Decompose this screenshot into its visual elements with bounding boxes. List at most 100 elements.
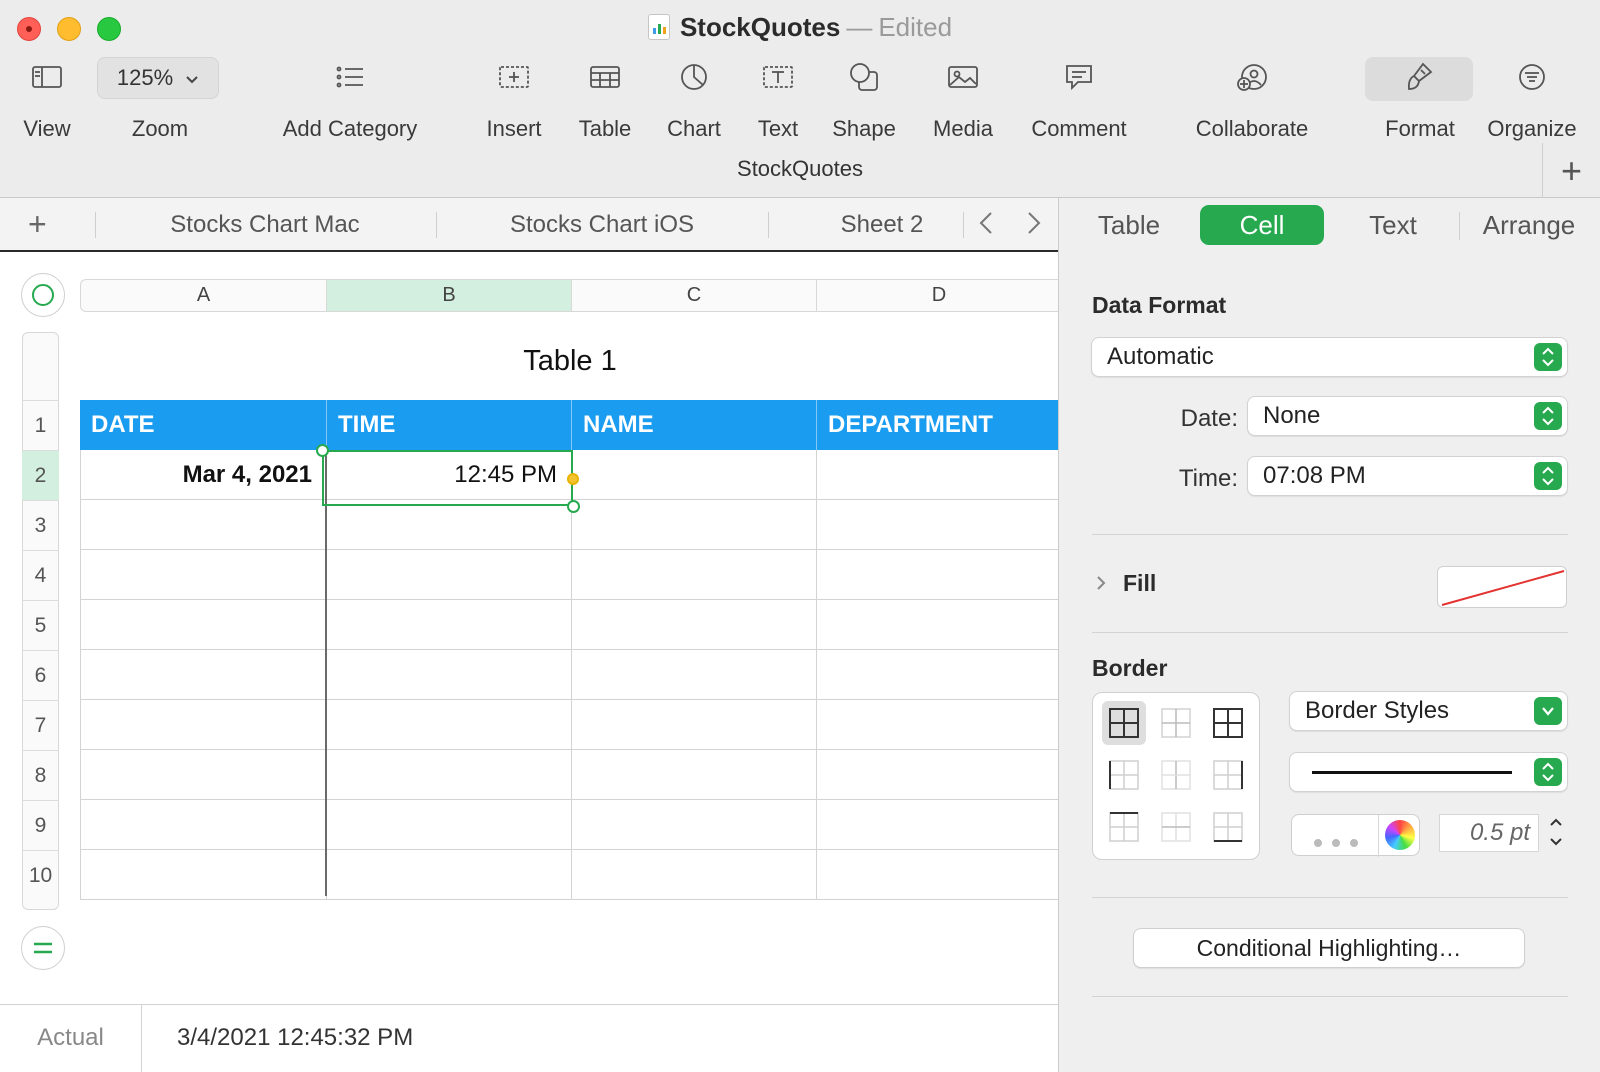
column-header-c[interactable]: C xyxy=(572,279,817,312)
chevron-right-icon[interactable] xyxy=(1024,208,1044,246)
select-table-button[interactable] xyxy=(21,273,65,317)
table-cell-b5[interactable] xyxy=(327,600,572,650)
vertical-inner-border-icon[interactable] xyxy=(1154,753,1198,797)
bottom-border-icon[interactable] xyxy=(1206,805,1250,849)
header-cell-time[interactable]: TIME xyxy=(327,400,572,450)
row-header-4[interactable]: 4 xyxy=(22,550,59,600)
table-cell-d9[interactable] xyxy=(817,800,1058,850)
tab-arrange[interactable]: Arrange xyxy=(1478,210,1580,241)
table-cell-a3[interactable] xyxy=(80,500,327,550)
table-cell-d2[interactable] xyxy=(817,450,1058,500)
left-border-icon[interactable] xyxy=(1102,753,1146,797)
text-button[interactable]: Text xyxy=(745,58,811,142)
sheet-tab-sheet-2[interactable]: Sheet 2 xyxy=(812,211,952,239)
table-button[interactable]: Table xyxy=(570,58,640,142)
organize-button[interactable]: Organize xyxy=(1485,58,1579,142)
table-cell-d3[interactable] xyxy=(817,500,1058,550)
data-format-popup[interactable]: Automatic xyxy=(1091,337,1568,377)
table-cell-d10[interactable] xyxy=(817,850,1058,900)
table-cell-c4[interactable] xyxy=(572,550,817,600)
time-format-popup[interactable]: 07:08 PM xyxy=(1247,456,1568,496)
table-cell-b9[interactable] xyxy=(327,800,572,850)
column-header-b[interactable]: B xyxy=(327,279,572,312)
sheet-tab-stocks-chart-mac[interactable]: Stocks Chart Mac xyxy=(140,211,390,239)
chart-button[interactable]: Chart xyxy=(656,58,732,142)
new-tab-button[interactable]: + xyxy=(1542,143,1600,198)
table-title[interactable]: Table 1 xyxy=(80,345,1058,378)
selection-handle-top-left[interactable] xyxy=(316,444,329,457)
table-cell-b4[interactable] xyxy=(327,550,572,600)
inside-borders-icon[interactable] xyxy=(1154,701,1198,745)
table-cell-b10[interactable] xyxy=(327,850,572,900)
tab-text[interactable]: Text xyxy=(1365,210,1421,241)
table-cell-b8[interactable] xyxy=(327,750,572,800)
tab-cell[interactable]: Cell xyxy=(1200,205,1324,245)
header-cell-date[interactable]: DATE xyxy=(80,400,327,450)
table-cell-a6[interactable] xyxy=(80,650,327,700)
table-cell-d4[interactable] xyxy=(817,550,1058,600)
collaborate-button[interactable]: Collaborate xyxy=(1190,58,1314,142)
table-cell-d5[interactable] xyxy=(817,600,1058,650)
view-button[interactable]: View xyxy=(18,58,76,142)
header-cell-department[interactable]: DEPARTMENT xyxy=(817,400,1058,450)
table-cell-b7[interactable] xyxy=(327,700,572,750)
table-cell-d6[interactable] xyxy=(817,650,1058,700)
row-header-8[interactable]: 8 xyxy=(22,750,59,800)
row-header-5[interactable]: 5 xyxy=(22,600,59,650)
column-header-a[interactable]: A xyxy=(80,279,327,312)
table-cell-b6[interactable] xyxy=(327,650,572,700)
table-cell-c2[interactable] xyxy=(572,450,817,500)
table-cell-c5[interactable] xyxy=(572,600,817,650)
color-wheel-icon[interactable] xyxy=(1385,820,1415,850)
row-header-7[interactable]: 7 xyxy=(22,700,59,750)
table-cell-c6[interactable] xyxy=(572,650,817,700)
disclosure-chevron-icon[interactable] xyxy=(1094,573,1108,598)
formula-bar-value[interactable]: 3/4/2021 12:45:32 PM xyxy=(177,1005,413,1071)
fill-heading[interactable]: Fill xyxy=(1123,570,1156,597)
border-width-field[interactable]: 0.5 pt xyxy=(1439,814,1539,852)
row-header-1[interactable]: 1 xyxy=(22,400,59,450)
table-cell-a9[interactable] xyxy=(80,800,327,850)
header-cell-name[interactable]: NAME xyxy=(572,400,817,450)
table-cell-c9[interactable] xyxy=(572,800,817,850)
table-cell-c10[interactable] xyxy=(572,850,817,900)
table-cell-c7[interactable] xyxy=(572,700,817,750)
table-cell-a5[interactable] xyxy=(80,600,327,650)
row-header-6[interactable]: 6 xyxy=(22,650,59,700)
table-cell-a8[interactable] xyxy=(80,750,327,800)
add-category-button[interactable]: Add Category xyxy=(275,58,425,142)
border-color-well[interactable] xyxy=(1291,814,1420,857)
chevron-left-icon[interactable] xyxy=(976,208,996,246)
selection-handle-bottom-right[interactable] xyxy=(567,500,580,513)
add-row-button[interactable] xyxy=(21,926,65,970)
date-format-popup[interactable]: None xyxy=(1247,396,1568,436)
row-header-9[interactable]: 9 xyxy=(22,800,59,850)
add-sheet-button[interactable]: + xyxy=(28,206,47,243)
table-cell-c8[interactable] xyxy=(572,750,817,800)
outer-and-inner-borders-icon[interactable] xyxy=(1206,701,1250,745)
insert-button[interactable]: Insert xyxy=(479,58,549,142)
table-cell-a10[interactable] xyxy=(80,850,327,900)
table-cell-b3[interactable] xyxy=(327,500,572,550)
table-cell-d8[interactable] xyxy=(817,750,1058,800)
conditional-highlighting-button[interactable]: Conditional Highlighting… xyxy=(1133,928,1525,968)
column-header-d[interactable]: D xyxy=(817,279,1058,312)
border-width-stepper[interactable] xyxy=(1544,812,1568,854)
row-header-3[interactable]: 3 xyxy=(22,500,59,550)
top-border-icon[interactable] xyxy=(1102,805,1146,849)
row-header-10[interactable]: 10 xyxy=(22,850,59,900)
border-line-style-popup[interactable] xyxy=(1289,752,1568,792)
horizontal-inner-border-icon[interactable] xyxy=(1154,805,1198,849)
row-header-2[interactable]: 2 xyxy=(22,450,59,500)
autofill-handle[interactable] xyxy=(567,473,579,485)
sheet-tab-stocks-chart-ios[interactable]: Stocks Chart iOS xyxy=(480,211,724,239)
all-borders-icon[interactable] xyxy=(1102,701,1146,745)
table-cell-a7[interactable] xyxy=(80,700,327,750)
table-cell-d7[interactable] xyxy=(817,700,1058,750)
fill-color-well[interactable] xyxy=(1437,566,1567,608)
comment-button[interactable]: Comment xyxy=(1025,58,1133,142)
media-button[interactable]: Media xyxy=(925,58,1001,142)
tab-table[interactable]: Table xyxy=(1097,210,1161,241)
right-border-icon[interactable] xyxy=(1206,753,1250,797)
shape-button[interactable]: Shape xyxy=(826,58,902,142)
